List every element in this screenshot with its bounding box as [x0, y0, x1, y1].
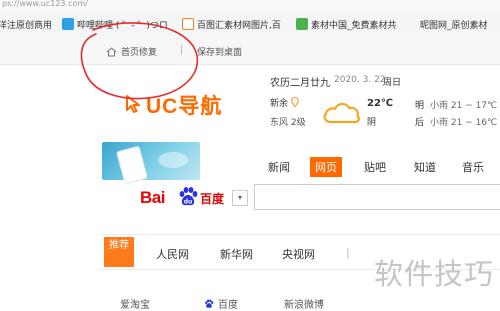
uc-logo[interactable]: UC导航	[124, 90, 240, 118]
lunar-date: 农历二月廿九	[270, 78, 330, 89]
nav-link-xinhua[interactable]: 新华网	[220, 246, 253, 262]
bilibili-icon	[62, 18, 74, 30]
cursor-icon	[126, 95, 140, 113]
cloud-weather-icon	[323, 102, 360, 124]
promo-banner[interactable]	[102, 142, 200, 185]
home-icon	[106, 46, 117, 56]
location-pin-icon	[291, 96, 299, 108]
url-bar[interactable]: ps://www.uc123.com/	[0, 0, 500, 10]
chevron-down-icon: ▾	[237, 193, 242, 202]
forecast-after-label: 后	[415, 118, 425, 128]
search-module: Bai du 百度 ▾ 新闻 网页 贴吧 知道 音乐	[100, 140, 500, 220]
baidu-logo[interactable]: Bai du 百度	[140, 182, 240, 212]
bookmark-item-baituhui[interactable]: 百图汇素材网图片,百	[182, 16, 281, 32]
bottom-link-aitaobao[interactable]: 爱淘宝	[120, 296, 150, 311]
weather-city[interactable]: 新余	[270, 96, 299, 109]
page-toolbar: 首页修复 | 保存到桌面	[0, 38, 500, 65]
bottom-link-label: 百度	[218, 300, 238, 311]
forecast-tomorrow: 小雨 21 ~ 17℃	[430, 101, 498, 111]
tab-web[interactable]: 网页	[310, 157, 342, 177]
forecast-after: 小雨 21 ~ 16℃	[430, 118, 498, 128]
uc-logo-text: UC导航	[146, 95, 223, 118]
wind-info: 东风 2级	[270, 118, 306, 128]
page-icon	[182, 18, 194, 30]
sucai-icon	[296, 18, 308, 30]
nav-link-people[interactable]: 人民网	[156, 246, 189, 262]
save-to-desktop-button[interactable]: 保存到桌面	[197, 45, 242, 58]
baidu-logo-cn: 百度	[200, 192, 225, 206]
gregorian-date: 2020. 3. 22	[334, 75, 386, 85]
search-input[interactable]	[254, 184, 500, 210]
tab-zhidao[interactable]: 知道	[414, 159, 436, 175]
watermark: 软件技巧	[373, 257, 494, 291]
url-text: ps://www.uc123.com/	[2, 0, 88, 8]
recommend-badge[interactable]: 推荐	[104, 237, 134, 267]
tab-news[interactable]: 新闻	[268, 159, 290, 175]
bookmark-item[interactable]: 洋注原创商用	[0, 16, 52, 32]
current-condition: 阴	[367, 118, 377, 128]
nav-divider: |	[346, 246, 350, 259]
baidu-paw-icon: du	[179, 187, 198, 206]
home-fix-label: 首页修复	[121, 48, 158, 58]
nav-link-cctv[interactable]: 央视网	[282, 246, 315, 262]
bookmark-label: 哔哩哔哩 ( ゜- ゜)つロ	[77, 20, 168, 31]
bookmark-label: 昵图网_原创素材	[420, 20, 488, 31]
current-temperature: 22℃	[367, 98, 394, 109]
bookmark-item-nipic[interactable]: 昵图网_原创素材	[420, 16, 488, 32]
bottom-link-weibo[interactable]: 新浪微博	[284, 296, 324, 311]
bookmark-label: 素材中国_免费素材共	[311, 20, 397, 31]
tab-tieba[interactable]: 贴吧	[364, 159, 386, 175]
engine-dropdown[interactable]: ▾	[232, 190, 248, 206]
weather-city-label: 新余	[270, 99, 289, 109]
bookmark-item-bilibili[interactable]: 哔哩哔哩 ( ゜- ゜)つロ	[62, 16, 168, 32]
weekday: 周日	[383, 78, 402, 88]
bottom-link-baidu[interactable]: 百度	[204, 296, 238, 311]
tab-music[interactable]: 音乐	[462, 159, 484, 175]
banner-decoration	[158, 152, 188, 168]
bookmark-item-sucai[interactable]: 素材中国_免费素材共	[296, 16, 397, 32]
bookmark-label: 百图汇素材网图片,百	[197, 20, 281, 31]
toolbar-divider: |	[180, 45, 184, 55]
baidu-paw-icon	[205, 298, 214, 308]
home-fix-button[interactable]: 首页修复	[106, 45, 157, 58]
svg-text:du: du	[184, 199, 193, 206]
product-image	[116, 145, 148, 185]
bookmark-label: 洋注原创商用	[0, 20, 53, 31]
forecast-tomorrow-label: 明	[415, 101, 425, 111]
bookmarks-bar: 洋注原创商用 哔哩哔哩 ( ゜- ゜)つロ 百图汇素材网图片,百 素材中国_免费…	[0, 10, 500, 39]
baidu-logo-latin: Bai	[140, 188, 165, 207]
